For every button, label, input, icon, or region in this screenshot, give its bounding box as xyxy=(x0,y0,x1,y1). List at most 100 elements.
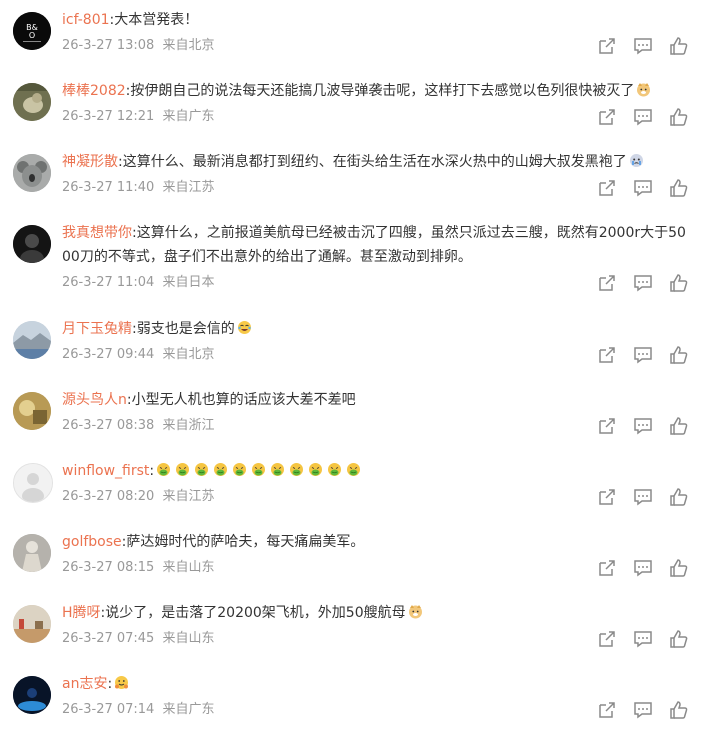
like-icon[interactable] xyxy=(669,629,689,649)
location: 来自山东 xyxy=(162,631,215,646)
comment-actions xyxy=(581,487,689,507)
share-icon[interactable] xyxy=(597,487,617,507)
comment-icon[interactable] xyxy=(633,36,653,56)
comment-actions xyxy=(581,107,689,127)
bo-logo-image: B& O xyxy=(13,12,51,50)
avatar[interactable] xyxy=(13,605,51,643)
vomit-emoji-icon xyxy=(270,462,285,477)
vomit-emoji-icon xyxy=(346,462,361,477)
comment-content: golfbose:萨达姆时代的萨哈夫，每天痛扁美军。 xyxy=(62,530,687,554)
comment-content: 棒棒2082:按伊朗自己的说法每天还能搞几波导弹袭击呢，这样打下去感觉以色列很快… xyxy=(62,79,687,103)
like-icon[interactable] xyxy=(669,487,689,507)
share-icon[interactable] xyxy=(597,345,617,365)
comment-icon[interactable] xyxy=(633,345,653,365)
username-link[interactable]: icf-801 xyxy=(62,12,110,28)
username-link[interactable]: an志安 xyxy=(62,676,107,692)
comment-text: 月下玉兔精:弱支也是会信的 xyxy=(62,317,687,341)
location: 来自日本 xyxy=(162,275,215,290)
timestamp: 26-3-27 08:20 xyxy=(62,489,155,504)
timestamp: 26-3-27 08:38 xyxy=(62,418,155,433)
avatar[interactable] xyxy=(13,321,51,359)
share-icon[interactable] xyxy=(597,36,617,56)
comment-content: H腾呀:说少了，是击落了20200架飞机，外加50艘航母 xyxy=(62,601,687,625)
username-link[interactable]: 源头鸟人n xyxy=(62,392,127,408)
location: 来自广东 xyxy=(162,702,215,717)
comment-item: 我真想带你:这算什么，之前报道美航母已经被击沉了四艘，虽然只派过去三艘，既然有2… xyxy=(0,221,709,301)
comment-body: 按伊朗自己的说法每天还能搞几波导弹袭击呢，这样打下去感觉以色列很快被灭了 xyxy=(130,83,635,99)
comment-icon[interactable] xyxy=(633,273,653,293)
share-icon[interactable] xyxy=(597,700,617,720)
comment-meta: 26-3-27 12:21 来自广东 xyxy=(62,107,215,127)
vomit-emoji-icon xyxy=(194,462,209,477)
avatar[interactable] xyxy=(13,534,51,572)
comment-icon[interactable] xyxy=(633,700,653,720)
comment-content: icf-801:大本営発表！ xyxy=(62,8,687,32)
doge-emoji-icon xyxy=(636,82,651,97)
like-icon[interactable] xyxy=(669,107,689,127)
like-icon[interactable] xyxy=(669,700,689,720)
comment-meta: 26-3-27 07:45 来自山东 xyxy=(62,629,215,649)
share-icon[interactable] xyxy=(597,273,617,293)
like-icon[interactable] xyxy=(669,558,689,578)
comment-text: 源头鸟人n:小型无人机也算的话应该大差不差吧 xyxy=(62,392,356,408)
avatar[interactable] xyxy=(13,83,51,121)
vomit-emoji-icon xyxy=(289,462,304,477)
bird-photo-image xyxy=(13,83,51,121)
avatar[interactable] xyxy=(13,676,51,714)
username-link[interactable]: golfbose xyxy=(62,534,122,550)
timestamp: 26-3-27 13:08 xyxy=(62,38,155,53)
username-link[interactable]: 月下玉兔精 xyxy=(62,321,132,337)
laugh-cry-emoji-icon xyxy=(237,320,252,335)
like-icon[interactable] xyxy=(669,36,689,56)
avatar[interactable]: B& O xyxy=(13,12,51,50)
comment-icon[interactable] xyxy=(633,629,653,649)
like-icon[interactable] xyxy=(669,178,689,198)
share-icon[interactable] xyxy=(597,107,617,127)
comment-item: 神凝形散:这算什么、最新消息都打到纽约、在街头给生活在水深火热中的山姆大叔发黑袍… xyxy=(0,150,709,210)
like-icon[interactable] xyxy=(669,345,689,365)
share-icon[interactable] xyxy=(597,558,617,578)
avatar[interactable] xyxy=(13,392,51,430)
comment-icon[interactable] xyxy=(633,487,653,507)
koala-photo-image xyxy=(13,154,51,192)
comment-body: 弱支也是会信的 xyxy=(136,321,235,337)
timestamp: 26-3-27 11:04 xyxy=(62,275,155,290)
comment-text: 神凝形散:这算什么、最新消息都打到纽约、在街头给生活在水深火热中的山姆大叔发黑袍… xyxy=(62,150,687,174)
comment-icon[interactable] xyxy=(633,558,653,578)
comment-icon[interactable] xyxy=(633,416,653,436)
username-link[interactable]: 神凝形散 xyxy=(62,154,118,170)
comment-list: B& O icf-801:大本営発表！ 26-3-27 13:08 来自北京 棒… xyxy=(0,0,709,736)
avatar[interactable] xyxy=(13,463,53,503)
blue-dark-photo-image xyxy=(13,676,51,714)
username-link[interactable]: winflow_first xyxy=(62,463,149,479)
comment-icon[interactable] xyxy=(633,178,653,198)
username-link[interactable]: 我真想带你 xyxy=(62,225,132,241)
timestamp: 26-3-27 07:14 xyxy=(62,702,155,717)
avatar[interactable] xyxy=(13,225,51,263)
like-icon[interactable] xyxy=(669,273,689,293)
comment-item: 月下玉兔精:弱支也是会信的 26-3-27 09:44 来自北京 xyxy=(0,317,709,377)
comment-meta: 26-3-27 13:08 来自北京 xyxy=(62,36,215,56)
comment-body: 这算什么、最新消息都打到纽约、在街头给生活在水深火热中的山姆大叔发黑袍了 xyxy=(122,154,627,170)
share-icon[interactable] xyxy=(597,629,617,649)
share-icon[interactable] xyxy=(597,416,617,436)
like-icon[interactable] xyxy=(669,416,689,436)
avatar[interactable] xyxy=(13,154,51,192)
location: 来自北京 xyxy=(162,347,215,362)
comment-item: B& O icf-801:大本営発表！ 26-3-27 13:08 来自北京 xyxy=(0,8,709,68)
comment-content: 源头鸟人n:小型无人机也算的话应该大差不差吧 xyxy=(62,388,687,412)
username-link[interactable]: H腾呀 xyxy=(62,605,101,621)
location: 来自北京 xyxy=(162,38,215,53)
location: 来自江苏 xyxy=(162,489,215,504)
dark-portrait-image xyxy=(13,225,51,263)
comment-actions xyxy=(581,629,689,649)
comment-actions xyxy=(581,558,689,578)
comment-icon[interactable] xyxy=(633,107,653,127)
comment-content: an志安: xyxy=(62,672,687,696)
comment-actions xyxy=(581,416,689,436)
comment-body: 萨达姆时代的萨哈夫，每天痛扁美军。 xyxy=(126,534,365,550)
share-icon[interactable] xyxy=(597,178,617,198)
comment-meta: 26-3-27 09:44 来自北京 xyxy=(62,345,215,365)
username-link[interactable]: 棒棒2082 xyxy=(62,83,126,99)
location: 来自浙江 xyxy=(162,418,215,433)
